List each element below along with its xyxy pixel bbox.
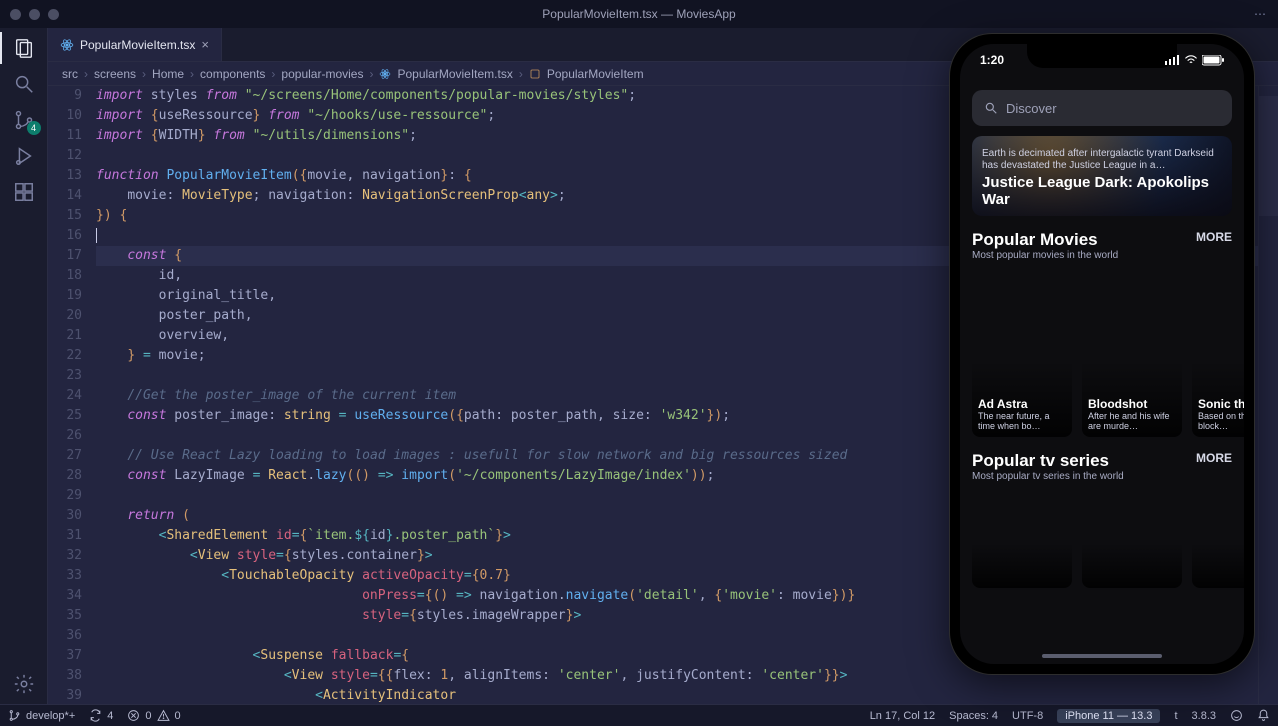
section-header: Popular MoviesMost popular movies in the…: [972, 230, 1232, 261]
symbol-icon: [529, 68, 541, 80]
card-row[interactable]: [960, 488, 1244, 588]
breadcrumb-item[interactable]: components: [200, 67, 265, 81]
bell-icon[interactable]: [1257, 709, 1270, 722]
home-indicator[interactable]: [1042, 654, 1162, 658]
section-subtitle: Most popular movies in the world: [972, 250, 1118, 261]
breadcrumb-item[interactable]: Home: [152, 67, 184, 81]
minimap[interactable]: [1258, 86, 1278, 704]
movie-card[interactable]: Sonic th…Based on the global block…: [1192, 267, 1244, 437]
search-icon[interactable]: [12, 72, 36, 96]
react-file-icon: [379, 68, 391, 80]
scm-badge: 4: [27, 121, 41, 135]
encoding[interactable]: UTF-8: [1012, 710, 1043, 722]
extensions-icon[interactable]: [12, 180, 36, 204]
wifi-icon: [1184, 55, 1198, 65]
chevron-right-icon: ›: [142, 67, 146, 81]
debug-icon[interactable]: [12, 144, 36, 168]
card-title: Bloodshot: [1088, 397, 1176, 411]
hero-card[interactable]: Earth is decimated after intergalactic t…: [972, 136, 1232, 216]
phone-status-bar: 1:20: [960, 50, 1244, 70]
tab-label: PopularMovieItem.tsx: [80, 38, 195, 52]
more-button[interactable]: MORE: [1196, 230, 1232, 244]
status-bar: develop*+ 4 0 0 Ln 17, Col 12 Spaces: 4 …: [0, 704, 1278, 726]
card-desc: Based on the global block…: [1198, 411, 1244, 431]
window-title: PopularMovieItem.tsx — MoviesApp: [0, 7, 1278, 21]
close-tab-icon[interactable]: ×: [201, 37, 209, 52]
chevron-right-icon: ›: [271, 67, 275, 81]
react-file-icon: [60, 38, 74, 52]
source-control-icon[interactable]: 4: [12, 108, 36, 132]
card-desc: After he and his wife are murde…: [1088, 411, 1176, 431]
phone-search-field[interactable]: Discover: [972, 90, 1232, 126]
chevron-right-icon: ›: [369, 67, 373, 81]
movie-card[interactable]: [972, 488, 1072, 588]
phone-time: 1:20: [980, 53, 1004, 67]
card-row[interactable]: Ad AstraThe near future, a time when bo……: [960, 267, 1244, 437]
breadcrumb-item[interactable]: popular-movies: [281, 67, 363, 81]
search-icon: [984, 101, 998, 115]
section-title: Popular Movies: [972, 230, 1118, 250]
section-title: Popular tv series: [972, 451, 1124, 471]
signal-icon: [1165, 55, 1180, 65]
breadcrumb-item[interactable]: screens: [94, 67, 136, 81]
card-desc: The near future, a time when bo…: [978, 411, 1066, 431]
title-bar: PopularMovieItem.tsx — MoviesApp ⋯: [0, 0, 1278, 28]
phone-search-placeholder: Discover: [1006, 101, 1057, 116]
settings-icon[interactable]: [12, 672, 36, 696]
breadcrumb-item[interactable]: PopularMovieItem: [547, 67, 644, 81]
movie-card[interactable]: Ad AstraThe near future, a time when bo…: [972, 267, 1072, 437]
card-title: Ad Astra: [978, 397, 1066, 411]
chevron-right-icon: ›: [519, 67, 523, 81]
card-title: Sonic th…: [1198, 397, 1244, 411]
movie-card[interactable]: [1192, 488, 1244, 588]
feedback-icon[interactable]: [1230, 709, 1243, 722]
ios-simulator: 1:20 Discover Earth is decimated after i…: [950, 34, 1254, 674]
ext-version[interactable]: 3.8.3: [1192, 710, 1216, 722]
tab-popularmovieitem[interactable]: PopularMovieItem.tsx ×: [48, 28, 222, 61]
battery-icon: [1202, 55, 1224, 66]
section-header: Popular tv seriesMost popular tv series …: [972, 451, 1232, 482]
device-selector[interactable]: iPhone 11 — 13.3: [1057, 709, 1160, 723]
breadcrumb-item[interactable]: PopularMovieItem.tsx: [397, 67, 512, 81]
explorer-icon[interactable]: [12, 36, 36, 60]
hero-desc: Earth is decimated after intergalactic t…: [982, 148, 1222, 172]
problems[interactable]: 0 0: [127, 709, 180, 722]
cursor-position[interactable]: Ln 17, Col 12: [870, 710, 935, 722]
breadcrumb-item[interactable]: src: [62, 67, 78, 81]
phone-screen[interactable]: Discover Earth is decimated after interg…: [960, 44, 1244, 664]
more-button[interactable]: MORE: [1196, 451, 1232, 465]
git-branch[interactable]: develop*+: [8, 709, 75, 722]
movie-card[interactable]: [1082, 488, 1182, 588]
line-gutter: 9101112131415161718192021222324252627282…: [48, 86, 96, 704]
sync-status[interactable]: 4: [89, 709, 113, 722]
section-subtitle: Most popular tv series in the world: [972, 471, 1124, 482]
chevron-right-icon: ›: [190, 67, 194, 81]
movie-card[interactable]: BloodshotAfter he and his wife are murde…: [1082, 267, 1182, 437]
hero-title: Justice League Dark: Apokolips War: [982, 174, 1222, 208]
indent[interactable]: Spaces: 4: [949, 710, 998, 722]
chevron-right-icon: ›: [84, 67, 88, 81]
lang-suffix[interactable]: t: [1174, 710, 1177, 722]
activity-bar: 4: [0, 28, 48, 704]
